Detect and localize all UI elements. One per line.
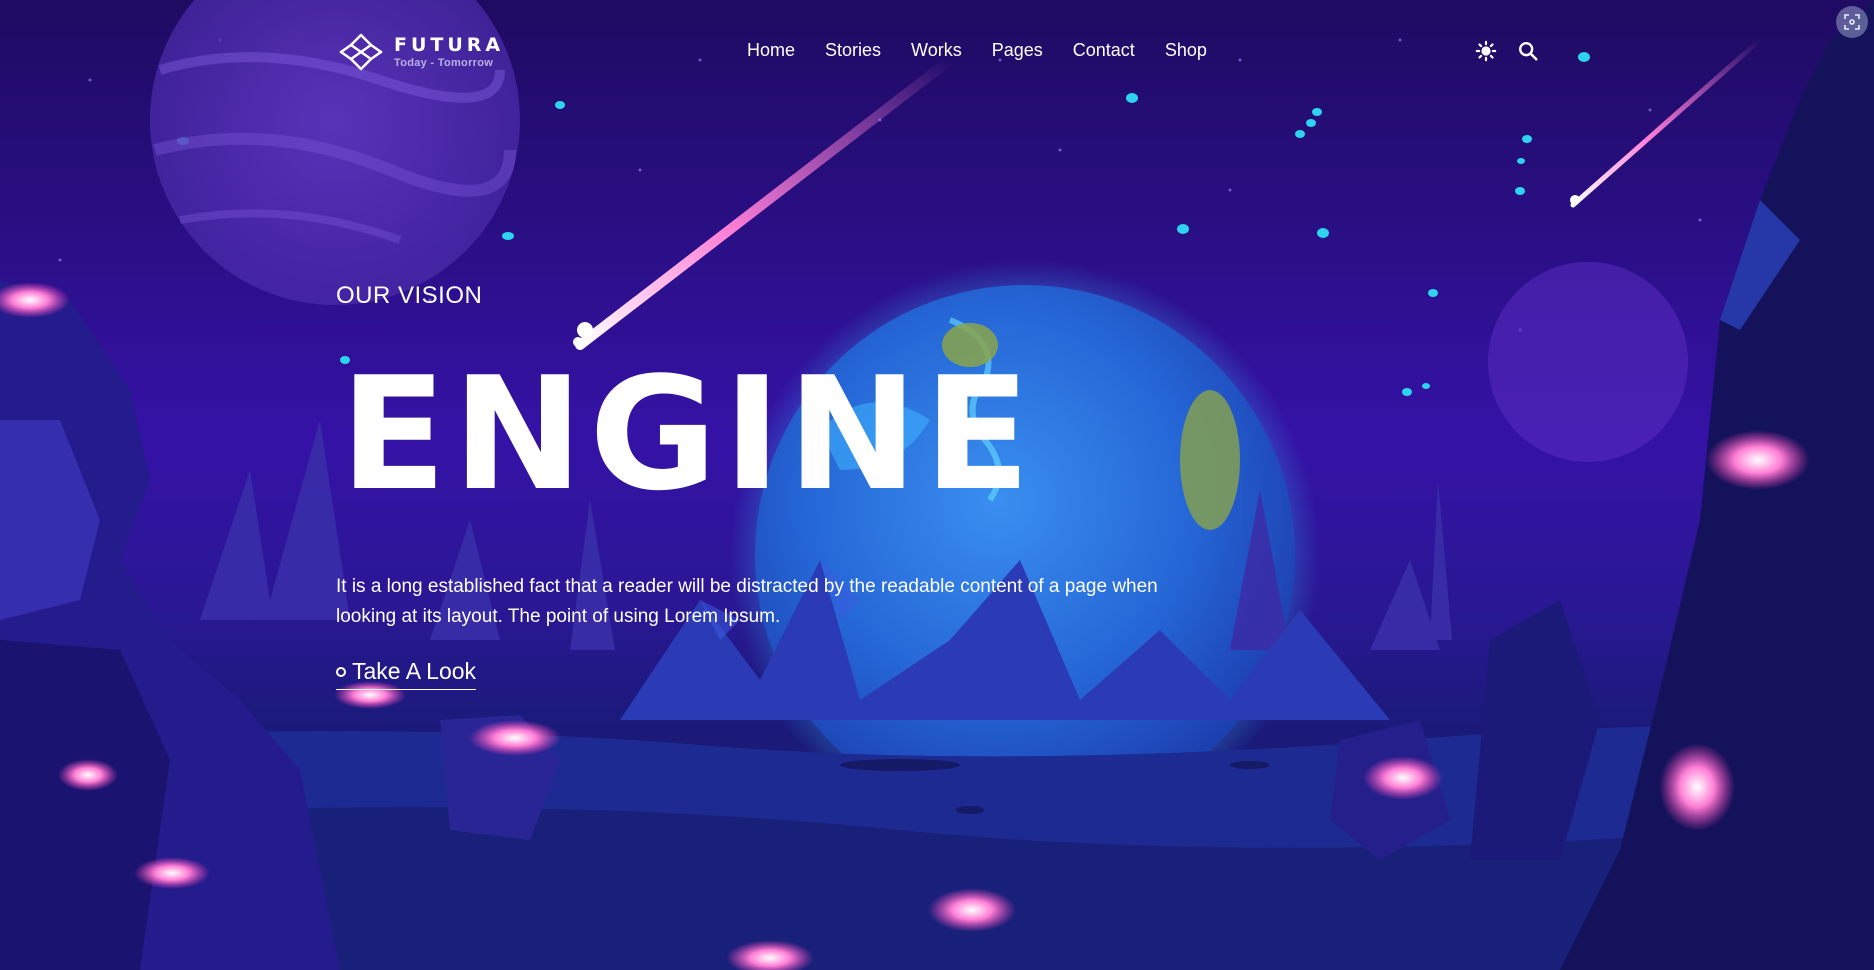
take-a-look-link[interactable]: Take A Look: [336, 658, 477, 690]
nav-item-shop[interactable]: Shop: [1150, 40, 1222, 61]
nav-item-stories[interactable]: Stories: [810, 40, 896, 61]
nav-item-pages[interactable]: Pages: [977, 40, 1058, 61]
main-nav: Home Stories Works Pages Contact Shop: [747, 40, 1222, 61]
nav-item-contact[interactable]: Contact: [1058, 40, 1150, 61]
hero-content: OUR VISION ENGINE It is a long establish…: [336, 282, 1236, 690]
hero-eyebrow: OUR VISION: [336, 282, 483, 309]
fullscreen-button[interactable]: [1836, 6, 1868, 38]
nav-item-works[interactable]: Works: [896, 40, 977, 61]
theme-toggle-icon[interactable]: [1475, 40, 1497, 62]
cta-label: Take A Look: [352, 658, 477, 684]
site-header: FUTURA Today - Tomorrow Home Stories Wor…: [0, 0, 1874, 104]
circle-icon: [336, 666, 346, 677]
brand-tagline: Today - Tomorrow: [394, 56, 494, 69]
header-actions: [1475, 40, 1539, 62]
hero-description: It is a long established fact that a rea…: [336, 576, 1158, 627]
hero-headline: ENGINE: [340, 343, 1037, 525]
logo-mark-icon: [339, 33, 383, 71]
fullscreen-icon: [1844, 14, 1860, 30]
brand-name: FUTURA: [394, 33, 505, 56]
hero-section: FUTURA Today - Tomorrow Home Stories Wor…: [0, 0, 1874, 970]
search-icon[interactable]: [1517, 40, 1539, 62]
brand-logo[interactable]: FUTURA Today - Tomorrow: [336, 32, 504, 72]
nav-item-home[interactable]: Home: [747, 40, 810, 61]
